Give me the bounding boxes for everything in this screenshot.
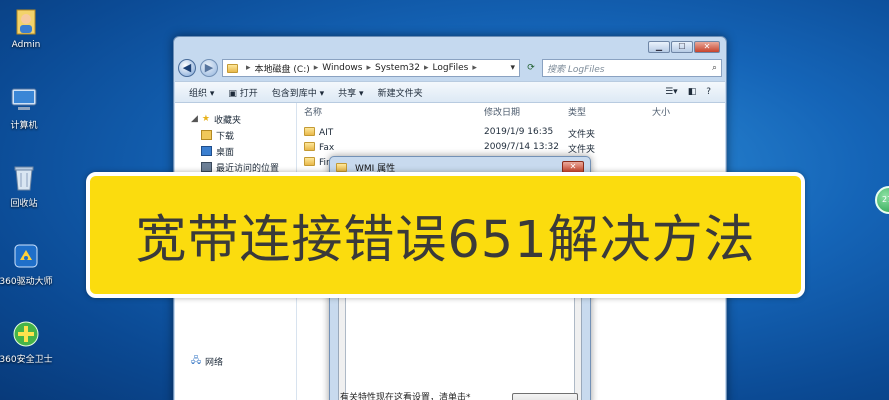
- breadcrumb-item[interactable]: Windows: [322, 63, 362, 73]
- desktop-icon-driver-master[interactable]: 360驱动大师: [0, 240, 56, 287]
- dialog-button[interactable]: [512, 393, 578, 400]
- banner-title: 宽带连接错误651解决方法: [135, 211, 756, 270]
- desktop-icon-recycle-bin[interactable]: 回收站: [0, 162, 54, 209]
- desktop-icon-label: 计算机: [10, 121, 38, 131]
- column-header-modified[interactable]: 修改日期: [484, 105, 520, 118]
- open-label: 打开: [239, 88, 258, 99]
- security-guard-icon: [13, 321, 39, 347]
- nav-item-desktop[interactable]: 桌面: [175, 143, 296, 159]
- folder-icon: [304, 157, 315, 166]
- back-button[interactable]: ◀: [178, 59, 196, 77]
- user-folder-icon: [16, 9, 36, 35]
- window-controls: ▁ ☐ ✕: [648, 41, 720, 53]
- desktop-icon-label: 回收站: [10, 199, 38, 209]
- table-row[interactable]: Fax 2009/7/14 13:32 文件夹: [298, 140, 725, 155]
- recent-places-icon: [201, 162, 212, 172]
- network-icon: 🖧: [191, 356, 202, 366]
- file-name-cell: AIT: [304, 127, 333, 138]
- preview-pane-icon[interactable]: ◧: [688, 87, 697, 97]
- dialog-note: 有关特性现在这看设置，清单击*: [340, 393, 471, 400]
- computer-icon: [11, 88, 37, 110]
- file-type-cell: 文件夹: [568, 130, 596, 140]
- desktop-icon-label: 360驱动大师: [0, 277, 53, 287]
- desktop-gadget[interactable]: 27: [875, 186, 889, 214]
- nav-item-label: 网络: [205, 357, 224, 368]
- desktop-icon-security-guard[interactable]: 360安全卫士: [0, 318, 56, 365]
- share-button[interactable]: 共享 ▾: [338, 86, 363, 99]
- help-icon[interactable]: ?: [706, 87, 711, 97]
- desktop-icon-label: 360安全卫士: [0, 355, 53, 365]
- desktop-icon-computer[interactable]: 计算机: [0, 84, 54, 131]
- address-row: ◀ ▶ ▸ 本地磁盘 (C:) ▸ Windows ▸ System32 ▸ L…: [178, 57, 722, 79]
- search-placeholder: 搜索 LogFiles: [547, 64, 605, 75]
- view-options-icon[interactable]: ☰▾: [665, 87, 678, 97]
- downloads-folder-icon: [201, 130, 212, 140]
- file-name: Fax: [319, 143, 335, 153]
- recycle-bin-icon: [14, 166, 34, 191]
- nav-item-favorites[interactable]: ◢ ★ 收藏夹: [175, 111, 296, 127]
- table-row[interactable]: AIT 2019/1/9 16:35 文件夹: [298, 125, 725, 140]
- column-header-name[interactable]: 名称: [304, 105, 322, 118]
- nav-item-label: 收藏夹: [214, 115, 242, 126]
- desktop-folder-icon: [201, 146, 212, 156]
- folder-icon: [227, 63, 238, 73]
- maximize-button[interactable]: ☐: [671, 41, 693, 53]
- minimize-button[interactable]: ▁: [648, 41, 670, 53]
- column-header-size[interactable]: 大小: [652, 105, 670, 118]
- new-folder-button[interactable]: 新建文件夹: [378, 86, 423, 99]
- nav-item-downloads[interactable]: 下载: [175, 127, 296, 143]
- command-bar: 组织 ▾ ▣ 打开 包含到库中 ▾ 共享 ▾ 新建文件夹 ☰▾ ◧ ?: [175, 81, 725, 103]
- gadget-text: 27: [882, 195, 889, 204]
- desktop-icon-label: Admin: [11, 40, 41, 50]
- view-controls: ☰▾ ◧ ?: [665, 87, 711, 97]
- desktop-icon-admin[interactable]: Admin: [0, 6, 56, 50]
- expand-arrow-icon: ◢: [191, 114, 198, 124]
- folder-icon: [336, 163, 347, 172]
- refresh-icon[interactable]: ⟳: [524, 63, 538, 73]
- breadcrumb-item[interactable]: System32: [375, 63, 420, 73]
- close-button[interactable]: ✕: [694, 41, 720, 53]
- forward-button[interactable]: ▶: [200, 59, 218, 77]
- breadcrumb-item[interactable]: 本地磁盘 (C:): [255, 62, 310, 75]
- open-icon: ▣: [228, 88, 240, 99]
- organize-button[interactable]: 组织 ▾: [189, 86, 214, 99]
- driver-master-icon: [14, 244, 38, 268]
- file-name-cell: Fax: [304, 142, 334, 153]
- chevron-down-icon[interactable]: ▾: [510, 63, 515, 73]
- nav-item-network[interactable]: 🖧 网络: [175, 353, 223, 369]
- search-input[interactable]: 搜索 LogFiles ⌕: [542, 59, 722, 77]
- open-button[interactable]: ▣ 打开: [228, 86, 257, 99]
- address-bar[interactable]: ▸ 本地磁盘 (C:) ▸ Windows ▸ System32 ▸ LogFi…: [222, 59, 520, 77]
- title-banner: 宽带连接错误651解决方法: [86, 172, 805, 298]
- file-modified-cell: 2009/7/14 13:32: [484, 142, 559, 152]
- nav-item-label: 下载: [216, 131, 235, 142]
- file-name: AIT: [319, 128, 334, 138]
- search-icon[interactable]: ⌕: [712, 63, 717, 73]
- folder-icon: [304, 142, 315, 151]
- folder-icon: [304, 127, 315, 136]
- include-in-library-button[interactable]: 包含到库中 ▾: [272, 86, 324, 99]
- breadcrumb-item[interactable]: LogFiles: [433, 63, 469, 73]
- nav-item-label: 桌面: [216, 147, 235, 158]
- column-header-type[interactable]: 类型: [568, 105, 586, 118]
- file-type-cell: 文件夹: [568, 145, 596, 155]
- file-modified-cell: 2019/1/9 16:35: [484, 127, 554, 137]
- star-icon: ★: [201, 114, 210, 124]
